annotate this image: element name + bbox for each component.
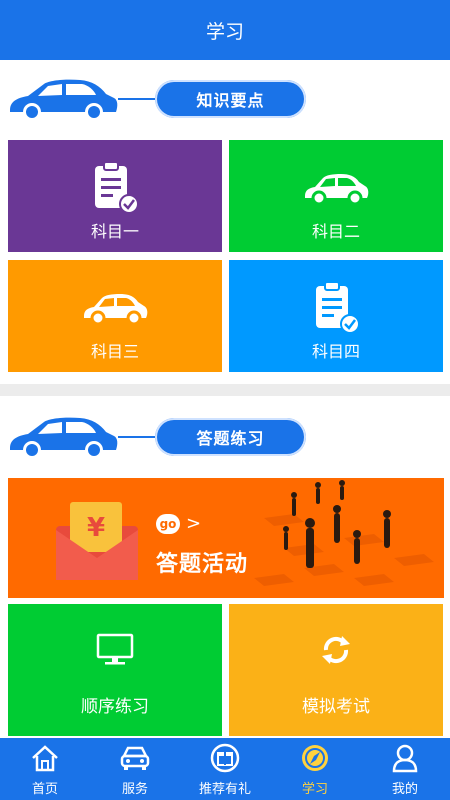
tab-label: 首页 <box>31 782 58 797</box>
mock-exam-tile[interactable]: 模拟考试 <box>229 604 443 736</box>
subject-four-tile[interactable]: 科目四 <box>229 260 443 372</box>
sequential-practice-tile[interactable]: 顺序练习 <box>8 604 222 736</box>
top-bar: 学习 <box>0 0 450 60</box>
section-divider <box>0 384 450 396</box>
tile-label: 科目一 <box>90 222 139 241</box>
tile-label: 科目二 <box>311 222 360 241</box>
refresh-icon <box>318 632 354 672</box>
red-envelope-icon: ¥ <box>56 502 138 580</box>
section-title-pill: 知识要点 <box>155 80 306 118</box>
car-icon <box>301 160 371 216</box>
clipboard-check-icon <box>308 280 364 336</box>
tile-label: 顺序练习 <box>81 697 149 717</box>
tile-label: 科目三 <box>90 342 139 361</box>
home-icon <box>30 743 60 773</box>
go-badge: go <box>156 513 180 534</box>
business-people-illustration <box>254 480 434 586</box>
bottom-tab-bar: 首页 服务 推荐有礼 学习 我的 <box>0 738 450 800</box>
subject-three-tile[interactable]: 科目三 <box>8 260 222 372</box>
car-side-icon <box>10 79 118 121</box>
tab-label: 服务 <box>121 782 148 797</box>
section-header-practice: 答题练习 <box>0 398 450 476</box>
go-arrow: > <box>186 513 202 534</box>
go-link: go > <box>156 513 201 534</box>
gift-icon <box>209 743 241 773</box>
section-header-knowledge: 知识要点 <box>0 60 450 138</box>
user-icon <box>390 743 420 773</box>
tab-mine[interactable]: 我的 <box>360 738 450 800</box>
clipboard-check-icon <box>87 160 143 216</box>
yuan-symbol: ¥ <box>87 513 105 543</box>
tab-label: 推荐有礼 <box>198 782 251 797</box>
tile-label: 科目四 <box>311 342 360 361</box>
banner-title: 答题活动 <box>156 552 249 577</box>
monitor-icon <box>96 632 134 672</box>
subject-two-tile[interactable]: 科目二 <box>229 140 443 252</box>
tab-referral[interactable]: 推荐有礼 <box>180 738 270 800</box>
tab-label: 学习 <box>301 782 328 797</box>
tab-service[interactable]: 服务 <box>90 738 180 800</box>
car-front-icon <box>119 743 151 773</box>
car-icon <box>80 280 150 336</box>
quiz-activity-banner[interactable]: ¥ go > 答题活动 <box>8 478 444 598</box>
tile-label: 模拟考试 <box>302 697 370 717</box>
tab-home[interactable]: 首页 <box>0 738 90 800</box>
tab-study[interactable]: 学习 <box>270 738 360 800</box>
car-side-icon <box>10 417 118 459</box>
tab-label: 我的 <box>391 782 418 797</box>
page-title: 学习 <box>205 20 244 43</box>
subject-one-tile[interactable]: 科目一 <box>8 140 222 252</box>
compass-icon <box>299 743 331 773</box>
section-title-pill: 答题练习 <box>155 418 306 456</box>
